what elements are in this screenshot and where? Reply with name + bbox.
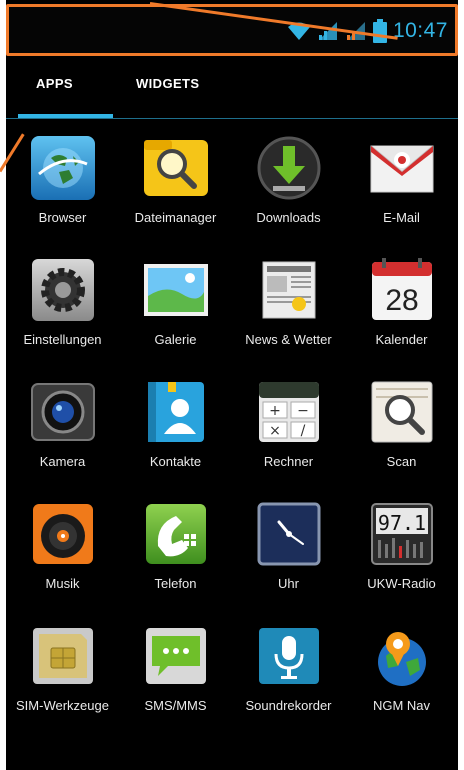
app-label: Dateimanager bbox=[134, 210, 217, 225]
tab-bar: APPS WIDGETS bbox=[6, 62, 458, 119]
radio-frequency: 97.1 bbox=[377, 511, 425, 535]
app-ukw-radio[interactable]: 97.1 UKW-Radio bbox=[345, 496, 458, 618]
microphone-icon bbox=[253, 620, 325, 692]
calendar-icon: 28 bbox=[366, 254, 438, 326]
navigation-globe-icon bbox=[366, 620, 438, 692]
active-tab-indicator bbox=[18, 114, 113, 118]
app-label: Telefon bbox=[154, 576, 197, 591]
envelope-icon bbox=[366, 132, 438, 204]
app-label: Galerie bbox=[154, 332, 197, 347]
music-icon bbox=[27, 498, 99, 570]
app-scan[interactable]: Scan bbox=[345, 374, 458, 496]
picture-icon bbox=[140, 254, 212, 326]
calculator-icon: + − × / bbox=[253, 376, 325, 448]
scan-icon bbox=[366, 376, 438, 448]
app-label: Musik bbox=[45, 576, 80, 591]
app-label: Kontakte bbox=[149, 454, 202, 469]
app-label: Soundrekorder bbox=[245, 698, 332, 713]
app-ngm-nav[interactable]: NGM Nav bbox=[345, 618, 458, 740]
app-sim-werkzeuge[interactable]: SIM-Werkzeuge bbox=[6, 618, 119, 740]
app-label: SIM-Werkzeuge bbox=[16, 698, 109, 713]
gear-icon bbox=[27, 254, 99, 326]
camera-icon bbox=[27, 376, 99, 448]
app-sms-mms[interactable]: SMS/MMS bbox=[119, 618, 232, 740]
phone-icon bbox=[140, 498, 212, 570]
newspaper-icon bbox=[253, 254, 325, 326]
sim-card-icon bbox=[27, 620, 99, 692]
app-label: News & Wetter bbox=[245, 332, 332, 347]
app-label: Scan bbox=[386, 454, 417, 469]
app-kalender[interactable]: 28 Kalender bbox=[345, 252, 458, 374]
app-soundrekorder[interactable]: Soundrekorder bbox=[232, 618, 345, 740]
app-news-wetter[interactable]: News & Wetter bbox=[232, 252, 345, 374]
app-kontakte[interactable]: Kontakte bbox=[119, 374, 232, 496]
app-uhr[interactable]: Uhr bbox=[232, 496, 345, 618]
folder-search-icon bbox=[140, 132, 212, 204]
app-label: Einstellungen bbox=[23, 332, 102, 347]
app-label: NGM Nav bbox=[372, 698, 431, 713]
app-grid: Browser Dateimanager Downloads E-Mail Ei… bbox=[6, 130, 458, 740]
app-einstellungen[interactable]: Einstellungen bbox=[6, 252, 119, 374]
globe-icon bbox=[27, 132, 99, 204]
svg-text:×: × bbox=[269, 423, 281, 439]
app-label: Downloads bbox=[256, 210, 321, 225]
app-rechner[interactable]: + − × / Rechner bbox=[232, 374, 345, 496]
tab-apps[interactable]: APPS bbox=[36, 76, 73, 91]
contacts-icon bbox=[140, 376, 212, 448]
app-galerie[interactable]: Galerie bbox=[119, 252, 232, 374]
svg-text:−: − bbox=[297, 403, 309, 419]
radio-icon: 97.1 bbox=[366, 498, 438, 570]
app-telefon[interactable]: Telefon bbox=[119, 496, 232, 618]
svg-text:+: + bbox=[269, 403, 281, 419]
app-label: UKW-Radio bbox=[367, 576, 436, 591]
app-kamera[interactable]: Kamera bbox=[6, 374, 119, 496]
app-label: E-Mail bbox=[383, 210, 420, 225]
app-label: Rechner bbox=[263, 454, 314, 469]
tab-widgets[interactable]: WIDGETS bbox=[136, 76, 199, 91]
status-bar-highlight-box bbox=[6, 4, 458, 56]
app-musik[interactable]: Musik bbox=[6, 496, 119, 618]
app-label: SMS/MMS bbox=[144, 698, 207, 713]
clock-icon bbox=[253, 498, 325, 570]
app-downloads[interactable]: Downloads bbox=[232, 130, 345, 252]
svg-text:/: / bbox=[300, 423, 305, 439]
app-label: Uhr bbox=[278, 576, 299, 591]
app-browser[interactable]: Browser bbox=[6, 130, 119, 252]
app-dateimanager[interactable]: Dateimanager bbox=[119, 130, 232, 252]
phone-screen: 10:47 APPS WIDGETS Browser Dateimanager … bbox=[6, 0, 458, 770]
app-email[interactable]: E-Mail bbox=[345, 130, 458, 252]
app-label: Browser bbox=[38, 210, 87, 225]
message-icon bbox=[140, 620, 212, 692]
app-label: Kamera bbox=[39, 454, 86, 469]
calendar-day: 28 bbox=[385, 284, 418, 317]
download-icon bbox=[253, 132, 325, 204]
app-label: Kalender bbox=[375, 332, 428, 347]
